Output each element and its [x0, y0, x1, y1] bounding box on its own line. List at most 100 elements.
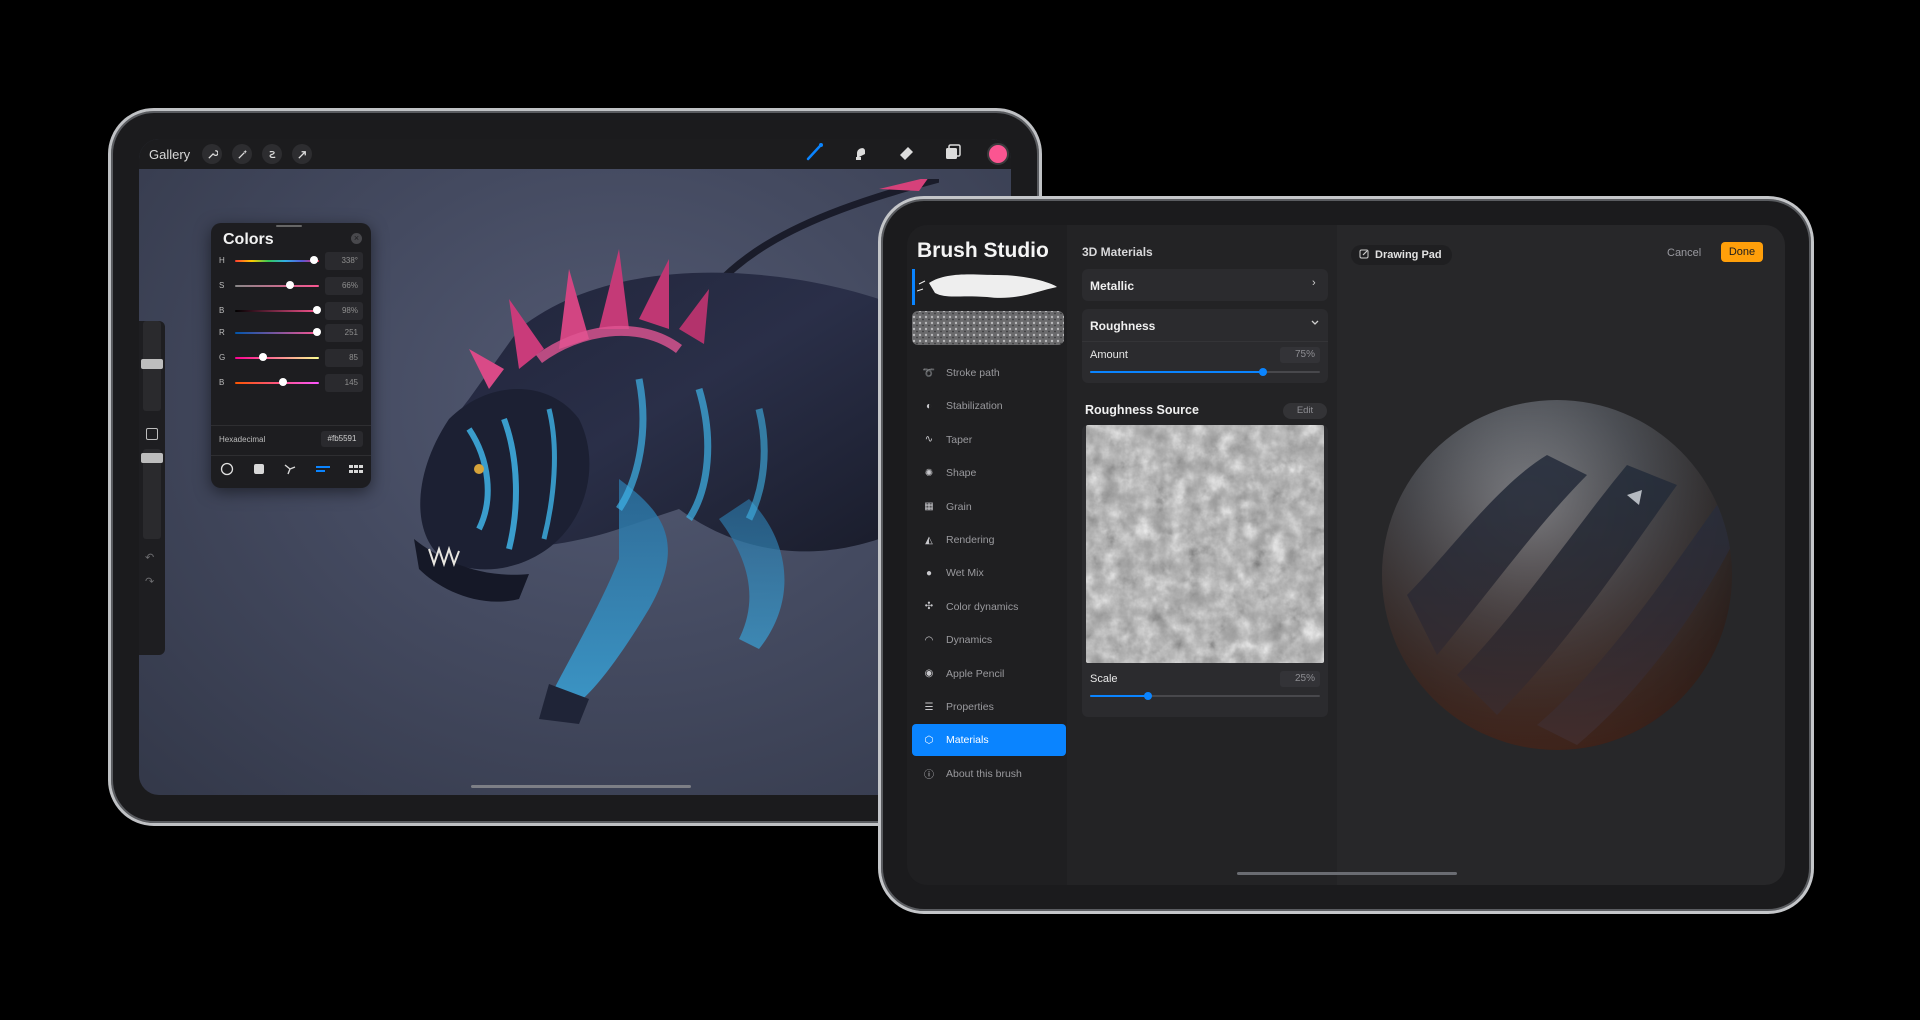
materials-icon: ⬡ [924, 734, 934, 746]
disc-icon[interactable] [220, 462, 234, 481]
menu-item-label: Rendering [946, 534, 995, 546]
channel-knob[interactable] [313, 328, 322, 336]
chevron-right-icon: › [1312, 277, 1316, 289]
hex-input[interactable]: #fb5591 [321, 431, 363, 447]
channel-knob[interactable] [258, 353, 267, 361]
menu-item-taper[interactable]: ∿ Taper [912, 424, 1066, 456]
channel-knob[interactable] [309, 256, 318, 264]
channel-value[interactable]: 251 [325, 324, 363, 342]
properties-icon: ☰ [924, 701, 934, 713]
channel-value[interactable]: 85 [325, 349, 363, 367]
roughness-source-card: Scale 25% [1082, 425, 1328, 717]
wrench-icon[interactable] [202, 144, 223, 164]
magic-wand-icon[interactable] [232, 144, 253, 164]
menu-item-stroke-path[interactable]: ➰ Stroke path [912, 357, 1066, 389]
chevron-down-icon[interactable] [1310, 315, 1320, 333]
undo-icon[interactable]: ↶ [145, 551, 154, 564]
close-icon[interactable]: × [351, 233, 362, 244]
gallery-button[interactable]: Gallery [149, 147, 190, 162]
menu-item-label: Taper [946, 433, 973, 446]
value-icon[interactable] [315, 462, 331, 481]
amount-value[interactable]: 75% [1280, 347, 1320, 363]
panel-grabber[interactable] [276, 225, 302, 227]
eraser-icon[interactable] [897, 142, 917, 167]
channel-label: G [219, 353, 226, 362]
stroke-preview-2[interactable] [912, 309, 1064, 347]
layers-icon[interactable] [943, 142, 963, 167]
color-slider-b-rgb[interactable]: B 145 [219, 374, 363, 392]
color-slider-h-hsb[interactable]: H 338° [219, 252, 363, 270]
cancel-button[interactable]: Cancel [1667, 247, 1701, 259]
menu-item-label: Shape [946, 467, 977, 480]
menu-item-dynamics[interactable]: ◠ Dynamics [912, 624, 1066, 656]
menu-item-wet-mix[interactable]: ● Wet Mix [912, 557, 1066, 589]
amount-slider-knob[interactable] [1258, 368, 1267, 376]
harmony-icon[interactable] [283, 462, 297, 481]
done-button[interactable]: Done [1721, 242, 1763, 262]
classic-square-icon[interactable] [252, 462, 266, 481]
rendering-icon: ◭ [925, 534, 933, 546]
menu-item-stabilization[interactable]: ◐ Stabilization [912, 390, 1066, 422]
selection-icon[interactable] [262, 144, 283, 164]
drawing-pad[interactable]: Drawing Pad Cancel Done [1337, 225, 1785, 885]
brush-icon[interactable] [805, 142, 825, 167]
scale-slider[interactable] [1090, 692, 1320, 700]
edit-pencil-icon [1359, 246, 1369, 264]
channel-knob[interactable] [278, 378, 287, 386]
channel-value[interactable]: 98% [325, 302, 363, 320]
drawing-pad-button[interactable]: Drawing Pad [1351, 245, 1452, 265]
palettes-icon[interactable] [348, 462, 364, 481]
menu-item-materials[interactable]: ⬡ Materials [912, 724, 1066, 757]
stroke-preview-1[interactable] [916, 269, 1063, 303]
modify-button[interactable] [146, 428, 158, 440]
menu-item-apple-pencil[interactable]: ◉ Apple Pencil [912, 658, 1066, 690]
channel-track[interactable] [235, 357, 319, 359]
channel-knob[interactable] [313, 306, 322, 314]
color-slider-g-rgb[interactable]: G 85 [219, 349, 363, 367]
channel-value[interactable]: 145 [325, 374, 363, 392]
active-color-swatch[interactable] [987, 143, 1009, 165]
menu-item-color-dynamics[interactable]: ✣ Color dynamics [912, 591, 1066, 623]
scale-label: Scale [1090, 673, 1118, 685]
menu-item-grain[interactable]: ▦ Grain [912, 491, 1066, 523]
menu-item-label: Wet Mix [946, 567, 984, 580]
brush-studio-title: Brush Studio [917, 239, 1049, 262]
color-slider-r-rgb[interactable]: R 251 [219, 324, 363, 342]
brush-studio-screen: Brush Studio ➰ Stroke path ◐ Stabilization ∿… [907, 225, 1785, 885]
channel-knob[interactable] [286, 281, 295, 289]
metallic-row[interactable]: Metallic › [1082, 269, 1328, 301]
menu-item-label: Stroke path [946, 367, 1000, 379]
roughness-label: Roughness [1090, 319, 1156, 333]
smudge-icon[interactable] [851, 142, 871, 167]
redo-icon[interactable]: ↷ [145, 575, 154, 588]
roughness-texture[interactable] [1086, 425, 1324, 663]
color-slider-b-hsb[interactable]: B 98% [219, 302, 363, 320]
channel-label: R [219, 328, 225, 337]
menu-item-rendering[interactable]: ◭ Rendering [912, 524, 1066, 556]
channel-track[interactable] [235, 285, 319, 287]
menu-item-shape[interactable]: ✺ Shape [912, 457, 1066, 489]
opacity-handle[interactable] [141, 453, 163, 463]
menu-item-label: Color dynamics [946, 600, 1019, 613]
brush-size-handle[interactable] [141, 359, 163, 369]
edit-button[interactable]: Edit [1283, 403, 1327, 419]
transform-arrow-icon[interactable] [292, 144, 313, 164]
channel-track[interactable] [235, 310, 319, 312]
channel-track[interactable] [235, 260, 319, 262]
menu-item-properties[interactable]: ☰ Properties [912, 691, 1066, 723]
channel-value[interactable]: 338° [325, 252, 363, 270]
menu-item-about-this-brush[interactable]: ⓘ About this brush [912, 758, 1066, 790]
color-slider-s-hsb[interactable]: S 66% [219, 277, 363, 295]
apple-pencil-icon: ◉ [924, 668, 934, 680]
preview-selection-marker [912, 269, 915, 305]
menu-item-label: Materials [946, 734, 989, 747]
stabilization-icon: ◐ [925, 400, 933, 412]
channel-track[interactable] [235, 332, 319, 334]
dynamics-icon: ◠ [924, 634, 934, 646]
channel-track[interactable] [235, 382, 319, 384]
material-preview-sphere[interactable] [1377, 395, 1737, 755]
scale-slider-knob[interactable] [1143, 692, 1152, 700]
scale-value[interactable]: 25% [1280, 671, 1320, 687]
amount-slider[interactable] [1090, 368, 1320, 376]
channel-value[interactable]: 66% [325, 277, 363, 295]
